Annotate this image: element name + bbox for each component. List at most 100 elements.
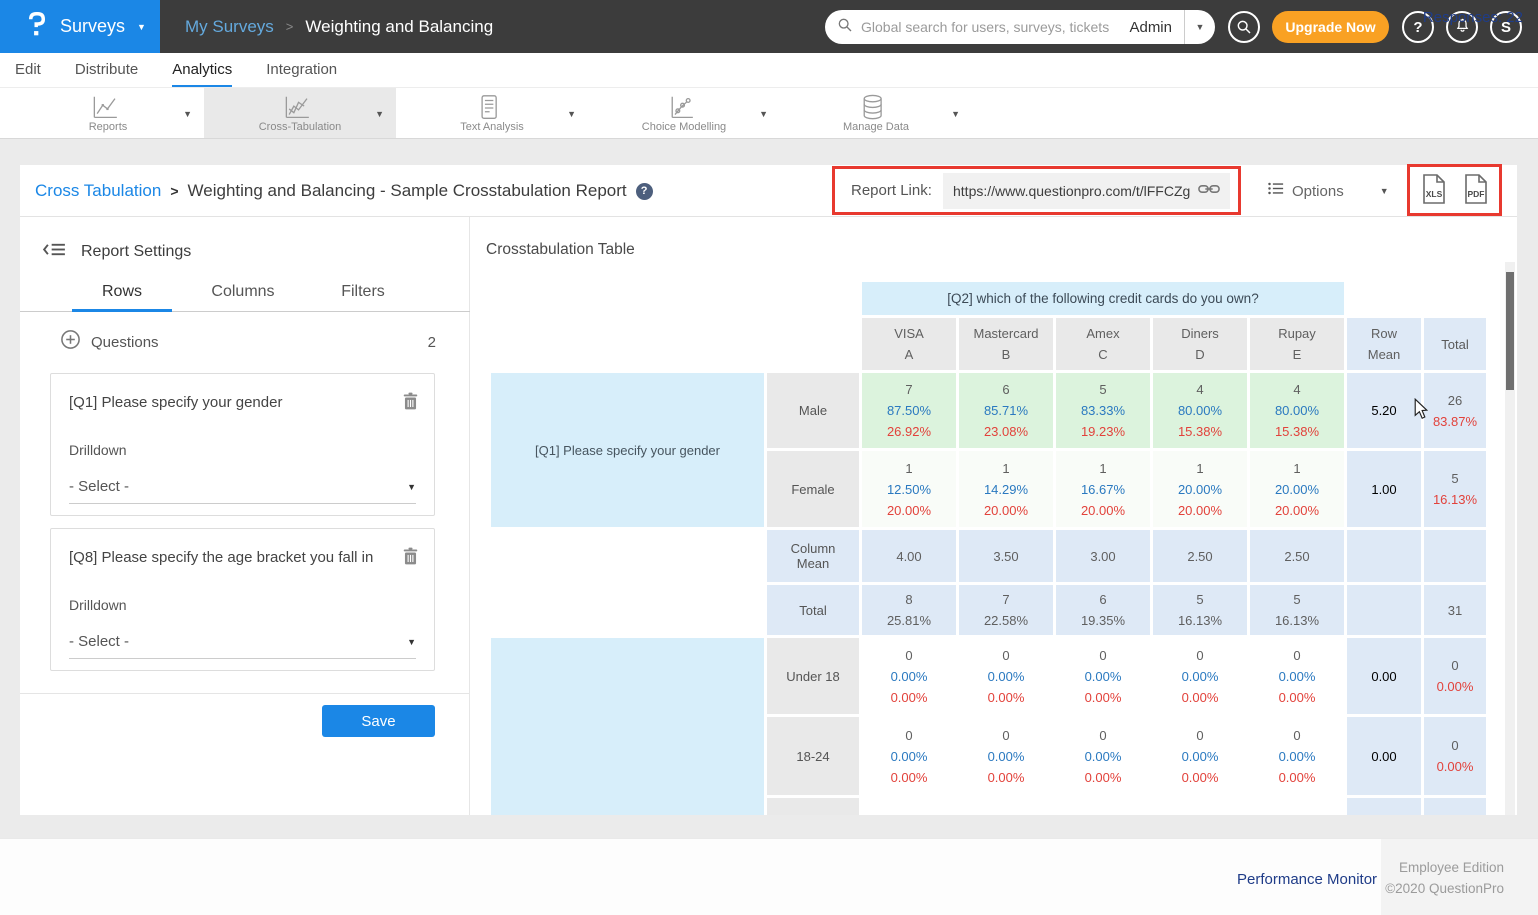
cell-line: 0.00% — [961, 687, 1051, 708]
export-xls-button[interactable]: XLS — [1421, 174, 1447, 207]
cross-tabulation-link[interactable]: Cross Tabulation — [35, 181, 161, 201]
report-link-input[interactable] — [953, 183, 1198, 199]
chevron-down-icon[interactable]: ▼ — [375, 109, 384, 119]
column-header: DinersD — [1153, 318, 1247, 370]
cell-line: 20.00% — [1252, 479, 1342, 500]
trash-icon[interactable] — [401, 546, 420, 572]
cell-line: 5 — [1252, 589, 1342, 610]
menu-item-edit[interactable]: Edit — [15, 53, 41, 87]
chevron-down-icon[interactable]: ▼ — [567, 109, 576, 119]
search-input[interactable] — [861, 19, 1117, 35]
chevron-down-icon: ▼ — [1380, 186, 1389, 196]
table-row: [Q1] Please specify your genderMale787.5… — [491, 373, 1486, 448]
toolbar-item-text-analysis[interactable]: Text Analysis▼ — [396, 88, 588, 138]
table-header-row: VISAAMastercardBAmexCDinersDRupayERowMea… — [491, 318, 1486, 370]
menu-item-integration[interactable]: Integration — [266, 53, 337, 87]
cell-line: 4 — [1155, 379, 1245, 400]
data-cell: 120.00%20.00% — [1153, 451, 1247, 527]
upgrade-now-button[interactable]: Upgrade Now — [1272, 11, 1389, 43]
report-link-label: Report Link: — [843, 182, 943, 199]
cell-line: 83.33% — [1058, 400, 1148, 421]
chevron-down-icon: ▼ — [407, 637, 416, 647]
toolbar-item-reports[interactable]: Reports▼ — [12, 88, 204, 138]
drilldown-select[interactable]: - Select -▼ — [69, 470, 416, 504]
link-icon[interactable] — [1198, 182, 1220, 200]
data-cell: 00.00%0.00% — [1153, 638, 1247, 714]
data-cell: 516.13% — [1153, 585, 1247, 635]
cell-line: 5 — [1155, 589, 1245, 610]
cell-line: Diners — [1155, 323, 1245, 344]
breadcrumb-parent-link[interactable]: My Surveys — [185, 17, 274, 37]
cell-line: B — [961, 344, 1051, 365]
cell-line: 23.08% — [961, 421, 1051, 442]
questions-row[interactable]: Questions 2 — [60, 327, 440, 357]
toolbar-item-choice-modelling[interactable]: Choice Modelling▼ — [588, 88, 780, 138]
data-cell: 825.81% — [862, 585, 956, 635]
report-help-icon[interactable]: ? — [636, 183, 653, 200]
search-button[interactable] — [1228, 11, 1260, 43]
cell-line: 83.87% — [1426, 411, 1484, 432]
chevron-down-icon[interactable]: ▼ — [759, 109, 768, 119]
cell-line: 31 — [1426, 600, 1484, 621]
options-label: Options — [1292, 183, 1344, 200]
cell-line: 1 — [1058, 458, 1148, 479]
search-scope-dropdown[interactable]: ▼ — [1185, 22, 1215, 32]
data-cell — [1056, 798, 1150, 815]
cell-line: 0 — [864, 645, 954, 666]
chevron-down-icon[interactable]: ▼ — [183, 109, 192, 119]
cell-line: 85.71% — [961, 400, 1051, 421]
cell-line: 5 — [1426, 468, 1484, 489]
drilldown-label: Drilldown — [69, 442, 127, 458]
menu-item-analytics[interactable]: Analytics — [172, 53, 232, 87]
product-switcher[interactable]: Surveys ▼ — [0, 0, 160, 53]
toolbar-item-cross-tabulation[interactable]: Cross-Tabulation▼ — [204, 88, 396, 138]
cell-line: Mean — [1349, 344, 1419, 365]
cell-line: 6 — [1058, 589, 1148, 610]
cell-line: Row — [1349, 323, 1419, 344]
report-link-field — [943, 173, 1230, 209]
tab-columns[interactable]: Columns — [193, 279, 293, 312]
cell-line: D — [1155, 344, 1245, 365]
menu-item-distribute[interactable]: Distribute — [75, 53, 138, 87]
question-card-title: [Q1] Please specify your gender — [69, 394, 388, 411]
tab-rows[interactable]: Rows — [72, 279, 172, 312]
drilldown-select-value: - Select - — [69, 478, 129, 495]
data-cell: 112.50%20.00% — [862, 451, 956, 527]
crosstab-table: [Q2] which of the following credit cards… — [488, 279, 1489, 815]
collapse-panel-icon[interactable] — [42, 241, 67, 263]
cell-line: A — [864, 344, 954, 365]
data-cell: 00.00%0.00% — [1056, 638, 1150, 714]
cell-line: 20.00% — [961, 500, 1051, 521]
edition-line1: Employee Edition — [1381, 857, 1504, 878]
drilldown-select[interactable]: - Select -▼ — [69, 625, 416, 659]
toolbar-item-manage-data[interactable]: Manage Data▼ — [780, 88, 972, 138]
cell-line: 16.13% — [1252, 610, 1342, 631]
add-question-icon[interactable] — [60, 329, 81, 355]
vertical-scrollbar[interactable] — [1505, 262, 1515, 815]
row-mean-cell: 1.00 — [1347, 451, 1421, 527]
cell-line: 80.00% — [1155, 400, 1245, 421]
chevron-down-icon[interactable]: ▼ — [951, 109, 960, 119]
cell-line: 0.00% — [1058, 687, 1148, 708]
cell-line: 0 — [1252, 725, 1342, 746]
exports-highlight-box: XLS PDF — [1407, 164, 1502, 216]
performance-monitor-link[interactable]: Performance Monitor — [1237, 871, 1377, 888]
cell-line: 0 — [1058, 645, 1148, 666]
cell-line: 19.35% — [1058, 610, 1148, 631]
tab-filters[interactable]: Filters — [313, 279, 413, 312]
scrollbar-thumb[interactable] — [1506, 272, 1514, 390]
data-cell: 619.35% — [1056, 585, 1150, 635]
trash-icon[interactable] — [401, 391, 420, 417]
cell-line: 0 — [1252, 645, 1342, 666]
cell-line: 0.00% — [961, 746, 1051, 767]
cell-line: 1 — [1155, 458, 1245, 479]
export-pdf-button[interactable]: PDF — [1463, 174, 1489, 207]
save-button[interactable]: Save — [322, 705, 435, 737]
options-dropdown[interactable]: Options ▼ — [1260, 165, 1400, 217]
cell-line: 7 — [961, 589, 1051, 610]
cell-line: 4 — [1252, 379, 1342, 400]
data-cell — [1250, 798, 1344, 815]
cell-line: 0.00% — [1155, 666, 1245, 687]
report-breadcrumb-separator: > — [170, 183, 178, 199]
total-cell: 516.13% — [1424, 451, 1486, 527]
